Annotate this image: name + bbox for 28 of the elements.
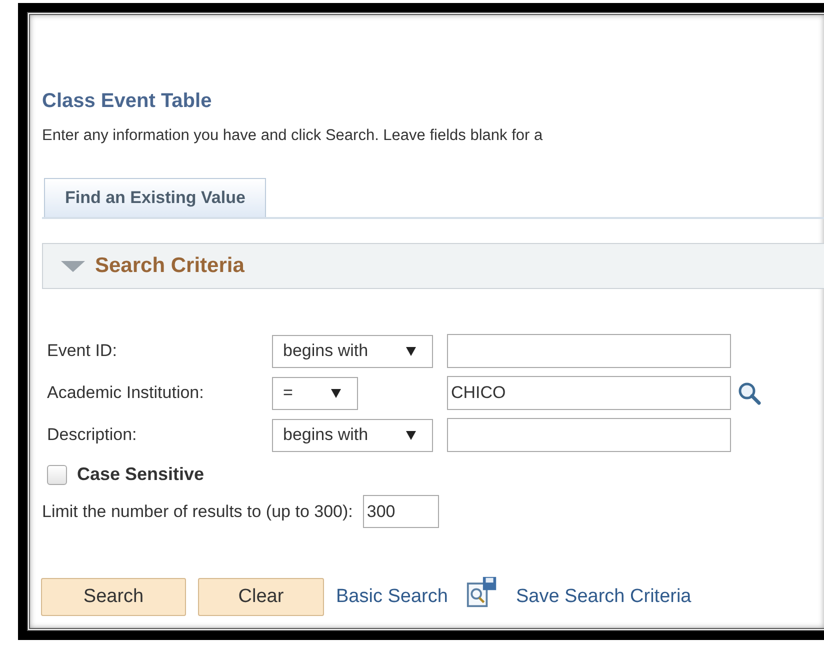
page-title: Class Event Table (42, 90, 213, 113)
instructions-text: Enter any information you have and click Search. Leave fields blank for a (42, 127, 544, 145)
caret-icon (330, 388, 341, 398)
operator-dropdown[interactable]: begins with (272, 418, 434, 452)
field-label: Event ID: (47, 341, 118, 361)
search-icon[interactable] (737, 381, 761, 405)
tab[interactable]: Find an Existing Value (44, 178, 266, 217)
limit-input[interactable]: 300 (362, 495, 439, 528)
checkbox[interactable] (47, 464, 67, 484)
input-field[interactable]: CHICO (447, 376, 731, 410)
limit-label: Limit the number of results to (up to 300): (42, 502, 353, 522)
button[interactable]: Search (41, 578, 186, 616)
section-title: Search Criteria (95, 254, 244, 278)
field-label: Description: (47, 425, 138, 445)
caret-icon (406, 430, 416, 440)
link[interactable]: Basic Search (336, 586, 448, 608)
caret-icon (406, 346, 416, 356)
field-label: Academic Institution: (47, 383, 205, 403)
link[interactable]: Save Search Criteria (516, 586, 692, 608)
input-field[interactable] (447, 334, 731, 368)
operator-dropdown[interactable]: = (272, 376, 358, 410)
save-search-icon[interactable] (466, 576, 498, 608)
checkbox-label: Case Sensitive (77, 464, 204, 485)
section-header[interactable]: Search Criteria (42, 243, 824, 289)
operator-dropdown[interactable]: begins with (272, 334, 434, 368)
collapse-triangle-icon[interactable] (61, 260, 85, 272)
input-field[interactable] (447, 418, 731, 452)
button[interactable]: Clear (198, 578, 324, 616)
